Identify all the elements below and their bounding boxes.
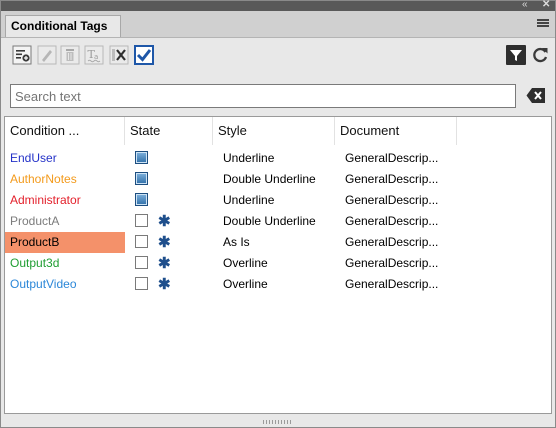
text-format-icon[interactable]: T a	[84, 45, 104, 65]
state-checkbox[interactable]	[135, 277, 148, 290]
condition-name[interactable]: EndUser	[5, 148, 125, 169]
asterisk-icon: ✱	[158, 276, 171, 293]
state-checkbox[interactable]	[135, 214, 148, 227]
search-input[interactable]	[10, 84, 516, 108]
style-value[interactable]: Double Underline	[218, 169, 335, 190]
table-row[interactable]: AuthorNotes Double Underline GeneralDescri…	[5, 169, 551, 190]
collapse-icon[interactable]: «	[522, 0, 528, 11]
table-row[interactable]: OutputVideo ✱ Overline GeneralDescrip...	[5, 274, 551, 295]
resize-grip[interactable]	[263, 420, 291, 424]
state-checkbox[interactable]	[135, 235, 148, 248]
column-header-condition[interactable]: Condition ...	[5, 117, 125, 145]
tab-strip: Conditional Tags	[1, 11, 555, 38]
table-row[interactable]: ProductA ✱ Double Underline GeneralDescrip.…	[5, 211, 551, 232]
delete-tag-icon[interactable]	[60, 45, 80, 65]
remove-tag-icon[interactable]	[109, 45, 129, 65]
column-header-document[interactable]: Document	[335, 117, 457, 145]
new-tag-icon[interactable]	[12, 45, 32, 65]
condition-table: Condition ... State Style Document EndUs…	[4, 116, 552, 414]
asterisk-icon: ✱	[158, 234, 171, 251]
column-header-state[interactable]: State	[125, 117, 213, 145]
condition-name[interactable]: OutputVideo	[5, 274, 125, 295]
panel-menu-icon[interactable]	[537, 19, 549, 28]
condition-name[interactable]: ProductA	[5, 211, 125, 232]
asterisk-icon: ✱	[158, 255, 171, 272]
document-value: GeneralDescrip...	[345, 235, 439, 249]
condition-name[interactable]: ProductB	[5, 232, 125, 253]
state-checkbox[interactable]	[135, 172, 148, 185]
filter-icon[interactable]	[506, 45, 526, 65]
asterisk-icon: ✱	[158, 213, 171, 230]
svg-text:a: a	[94, 53, 98, 61]
document-value: GeneralDescrip...	[345, 172, 439, 186]
style-value[interactable]: Underline	[218, 190, 335, 211]
document-value: GeneralDescrip...	[345, 256, 439, 270]
edit-tag-icon[interactable]	[37, 45, 57, 65]
tab-conditional-tags[interactable]: Conditional Tags	[5, 15, 121, 37]
state-checkbox[interactable]	[135, 256, 148, 269]
style-value[interactable]: Overline	[218, 253, 335, 274]
style-value[interactable]: Underline	[218, 148, 335, 169]
condition-name[interactable]: Output3d	[5, 253, 125, 274]
state-checkbox[interactable]	[135, 193, 148, 206]
document-value: GeneralDescrip...	[345, 193, 439, 207]
style-value[interactable]: As Is	[218, 232, 335, 253]
condition-name[interactable]: Administrator	[5, 190, 125, 211]
table-row[interactable]: EndUser Underline GeneralDescrip...	[5, 148, 551, 169]
state-checkbox[interactable]	[135, 151, 148, 164]
close-icon[interactable]: ✕	[542, 0, 550, 11]
column-header-style[interactable]: Style	[213, 117, 335, 145]
apply-checkbox-icon[interactable]	[134, 45, 154, 65]
table-row[interactable]: Administrator Underline GeneralDescrip...	[5, 190, 551, 211]
toolbar: T a	[1, 38, 555, 74]
table-row[interactable]: ProductB ✱ As Is GeneralDescrip...	[5, 232, 551, 253]
panel-title-bar: « ✕	[1, 0, 555, 11]
document-value: GeneralDescrip...	[345, 214, 439, 228]
condition-name[interactable]: AuthorNotes	[5, 169, 125, 190]
conditional-tags-panel: « ✕ Conditional Tags T a Search text Con…	[0, 0, 556, 428]
clear-search-icon[interactable]	[526, 87, 546, 104]
document-value: GeneralDescrip...	[345, 151, 439, 165]
style-value[interactable]: Double Underline	[218, 211, 335, 232]
table-row[interactable]: Output3d ✱ Overline GeneralDescrip...	[5, 253, 551, 274]
style-value[interactable]: Overline	[218, 274, 335, 295]
refresh-icon[interactable]	[530, 45, 550, 65]
document-value: GeneralDescrip...	[345, 277, 439, 291]
